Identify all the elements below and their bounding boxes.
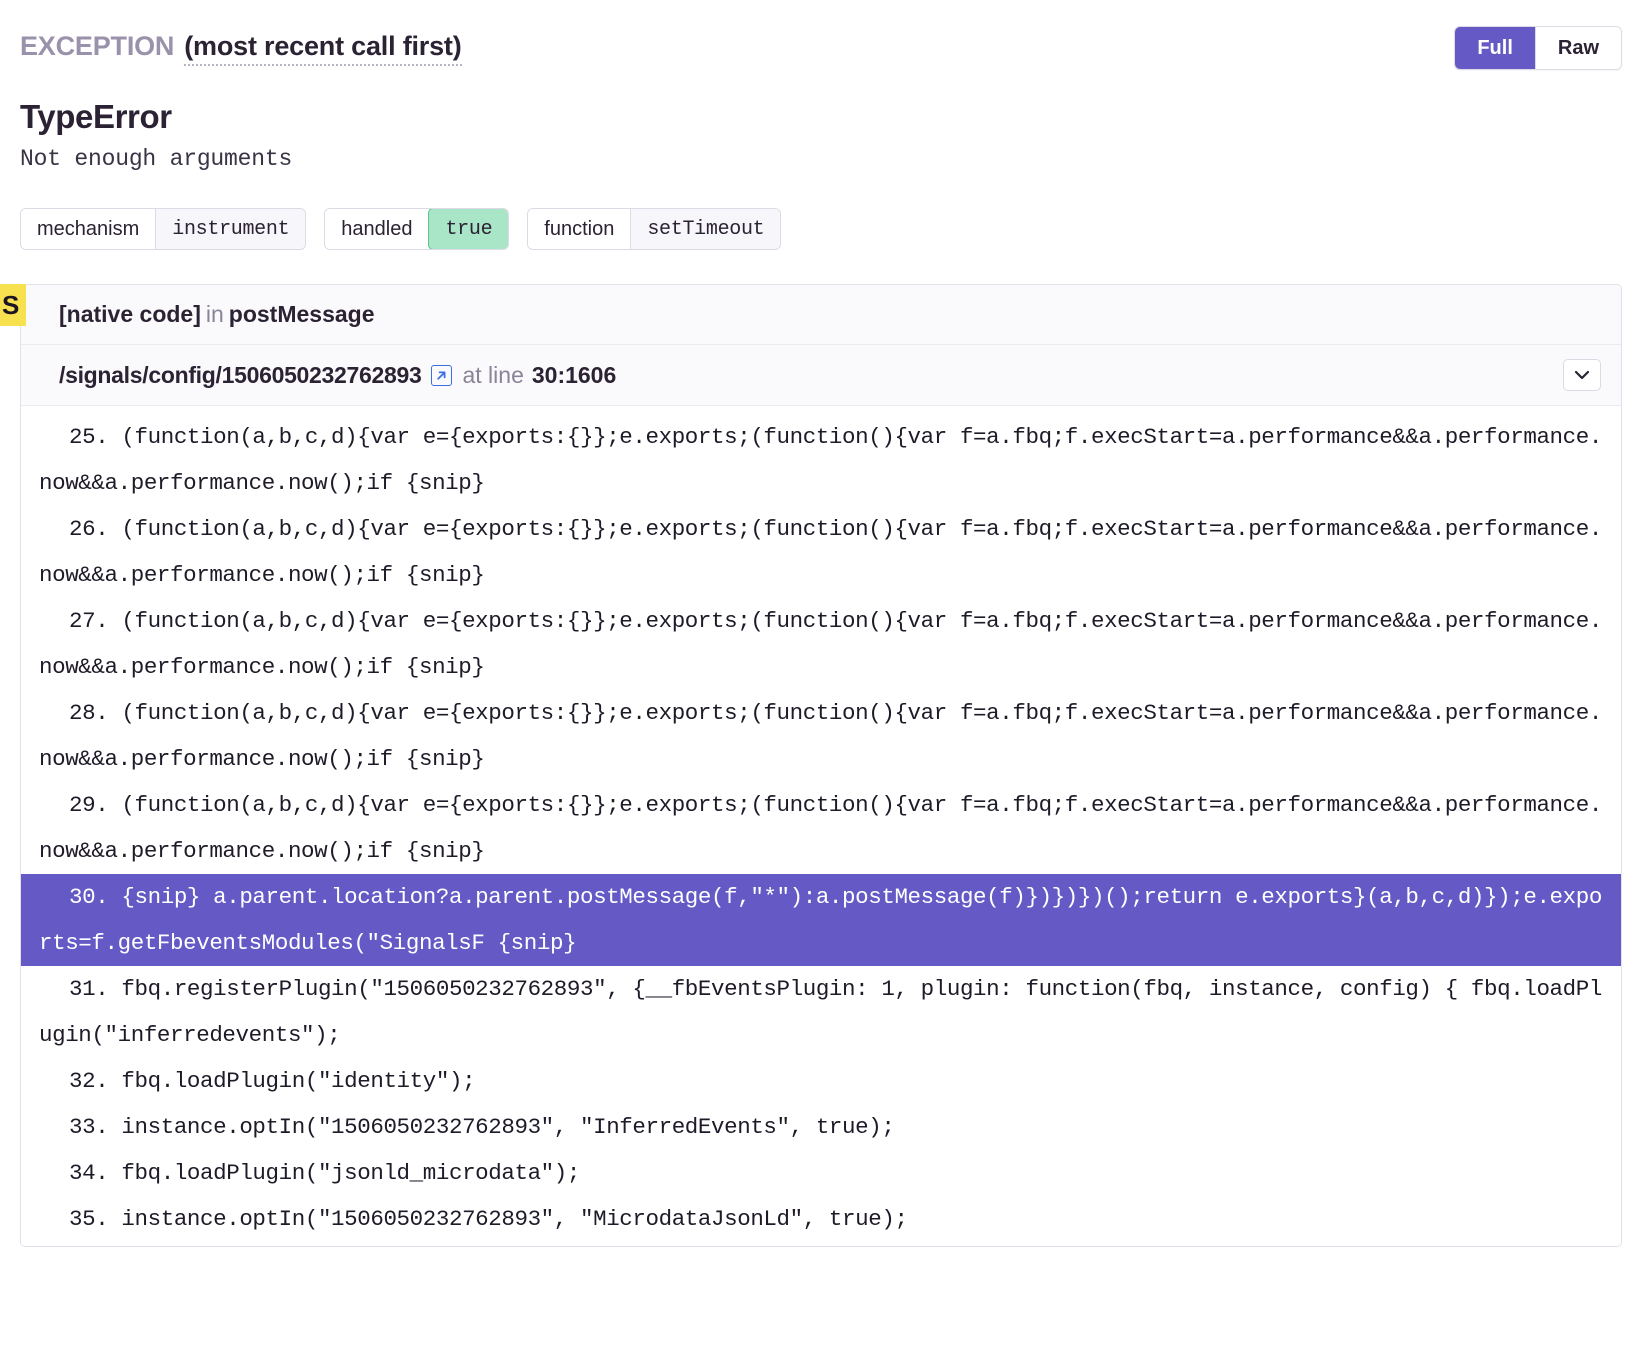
error-message: Not enough arguments <box>20 146 293 172</box>
tag-value[interactable]: instrument <box>155 209 306 249</box>
chevron-down-icon[interactable] <box>1563 359 1601 391</box>
tag-value[interactable]: true <box>428 209 509 249</box>
code-line-highlighted: 30. {snip} a.parent.location?a.parent.po… <box>21 874 1621 966</box>
code-line: 25. (function(a,b,c,d){var e={exports:{}… <box>39 424 1602 496</box>
page-title: EXCEPTION (most recent call first) <box>20 31 462 66</box>
exception-subtitle: (most recent call first) <box>184 31 462 66</box>
frame-line-column: 30:1606 <box>531 361 617 388</box>
exception-label: EXCEPTION <box>20 30 175 61</box>
frame-function-name: postMessage <box>228 301 375 327</box>
frame-function-header[interactable]: [native code] in postMessage <box>21 285 1621 345</box>
stack-frame: [native code] in postMessage /signals/conf… <box>20 284 1622 1247</box>
view-mode-toggle[interactable]: Full Raw <box>1454 26 1622 70</box>
frame-in-word: in <box>205 301 224 327</box>
stack-frame-wrapper: S [native code] in postMessage /signals/co… <box>0 284 1622 1247</box>
exception-tags: mechanism instrument handled true functi… <box>0 172 1642 250</box>
tag-function[interactable]: function setTimeout <box>527 208 782 250</box>
code-line: 29. (function(a,b,c,d){var e={exports:{}… <box>39 792 1602 864</box>
tag-key: handled <box>325 209 429 249</box>
exception-page: EXCEPTION (most recent call first) Full … <box>0 0 1642 1356</box>
view-mode-raw[interactable]: Raw <box>1534 27 1621 69</box>
code-line: 35. instance.optIn("1506050232762893", "… <box>69 1206 908 1232</box>
code-line: 32. fbq.loadPlugin("identity"); <box>69 1068 476 1094</box>
error-summary: TypeError Not enough arguments <box>0 70 1642 172</box>
error-type: TypeError <box>20 98 172 135</box>
tag-key: function <box>528 209 631 249</box>
tag-handled[interactable]: handled true <box>324 208 510 250</box>
frame-file-header: /signals/config/1506050232762893 at line… <box>21 345 1621 406</box>
exception-topbar: EXCEPTION (most recent call first) Full … <box>0 0 1642 70</box>
code-line: 34. fbq.loadPlugin("jsonld_microdata"); <box>69 1160 580 1186</box>
source-code-block: 25. (function(a,b,c,d){var e={exports:{}… <box>21 406 1621 1246</box>
code-line: 27. (function(a,b,c,d){var e={exports:{}… <box>39 608 1602 680</box>
source-badge: S <box>0 284 26 326</box>
frame-file-path[interactable]: /signals/config/1506050232762893 <box>59 362 422 389</box>
tag-value[interactable]: setTimeout <box>630 209 781 249</box>
frame-module: [native code] <box>59 301 201 327</box>
code-line: 28. (function(a,b,c,d){var e={exports:{}… <box>39 700 1602 772</box>
tag-key: mechanism <box>21 209 156 249</box>
at-line-label: at line <box>462 361 524 388</box>
code-line: 33. instance.optIn("1506050232762893", "… <box>69 1114 895 1140</box>
external-link-icon[interactable] <box>431 364 453 386</box>
view-mode-full[interactable]: Full <box>1455 27 1535 69</box>
tag-mechanism[interactable]: mechanism instrument <box>20 208 307 250</box>
code-line: 31. fbq.registerPlugin("1506050232762893… <box>39 976 1602 1048</box>
code-line: 26. (function(a,b,c,d){var e={exports:{}… <box>39 516 1602 588</box>
